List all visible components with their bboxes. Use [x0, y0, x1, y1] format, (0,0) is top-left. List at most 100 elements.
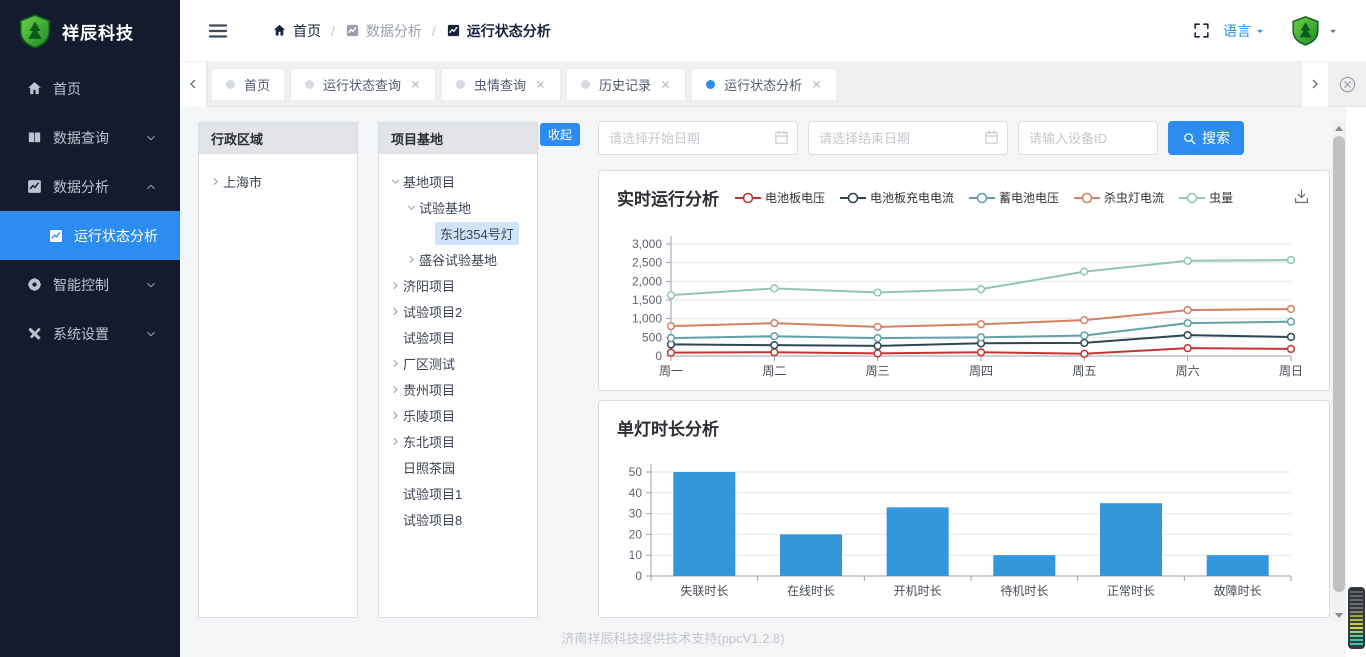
chevron-down-icon — [144, 131, 158, 145]
svg-text:正常时长: 正常时长 — [1107, 584, 1155, 598]
tab-close-icon[interactable] — [535, 79, 546, 90]
sidebar-item-系统设置[interactable]: 系统设置 — [0, 309, 180, 358]
breadcrumb: 首页/数据分析/运行状态分析 — [272, 21, 551, 41]
tree-node-label: 贵州项目 — [403, 380, 455, 399]
breadcrumb-item-数据分析[interactable]: 数据分析 — [345, 21, 422, 41]
tabs-scroll-right-button[interactable] — [1301, 62, 1328, 107]
sidebar-item-智能控制[interactable]: 智能控制 — [0, 260, 180, 309]
home-icon — [26, 80, 43, 97]
menu-toggle-icon[interactable] — [206, 19, 230, 43]
tabs-close-all-icon[interactable] — [1328, 75, 1366, 94]
scrollbar-thumb[interactable] — [1333, 136, 1345, 592]
search-icon — [1182, 131, 1197, 146]
sidebar-subitem-label: 运行状态分析 — [74, 226, 158, 246]
svg-text:失联时长: 失联时长 — [680, 583, 728, 598]
breadcrumb-label: 数据分析 — [366, 21, 422, 41]
language-dropdown[interactable]: 语言 — [1223, 21, 1267, 41]
tabbar: 首页运行状态查询虫情查询 历史记录 运行状态分析 — [180, 62, 1366, 107]
svg-text:周二: 周二 — [762, 364, 786, 378]
user-menu[interactable] — [1289, 14, 1340, 47]
tree-node-上海市[interactable]: 上海市 — [199, 168, 357, 194]
chevron-right-icon[interactable] — [207, 175, 223, 188]
settings-icon — [26, 325, 43, 342]
sidebar: 祥辰科技 首页数据查询数据分析运行状态分析智能控制系统设置 — [0, 0, 180, 657]
sidebar-subitem-运行状态分析[interactable]: 运行状态分析 — [0, 211, 180, 260]
tab-close-icon[interactable] — [660, 79, 671, 90]
chevron-down-icon[interactable] — [387, 175, 403, 188]
side-widget[interactable] — [1348, 587, 1365, 649]
chevron-right-icon[interactable] — [387, 409, 403, 422]
sidebar-item-数据查询[interactable]: 数据查询 — [0, 113, 180, 162]
tree-node-试验项目8[interactable]: 试验项目8 — [379, 506, 537, 532]
tree-node-贵州项目[interactable]: 贵州项目 — [379, 376, 537, 402]
tree-node-厂区测试[interactable]: 厂区测试 — [379, 350, 537, 376]
tab-status-dot — [581, 80, 590, 89]
tab-close-icon[interactable] — [811, 79, 822, 90]
end-date-input[interactable] — [808, 121, 1008, 155]
breadcrumb-item-首页[interactable]: 首页 — [272, 21, 321, 41]
tree-node-乐陵项目[interactable]: 乐陵项目 — [379, 402, 537, 428]
chevron-right-icon[interactable] — [387, 435, 403, 448]
tree-node-label: 济阳项目 — [403, 276, 455, 295]
legend-label: 电池板电压 — [765, 189, 825, 206]
sidebar-item-label: 智能控制 — [53, 275, 109, 295]
tab-历史记录[interactable]: 历史记录 — [566, 68, 686, 101]
sidebar-item-首页[interactable]: 首页 — [0, 64, 180, 113]
tab-虫情查询[interactable]: 虫情查询 — [441, 68, 561, 101]
chevron-down-icon[interactable] — [403, 201, 419, 214]
tree-node-label: 东北354号灯 — [435, 222, 519, 245]
chevron-right-icon[interactable] — [387, 383, 403, 396]
tree-node-日照茶园[interactable]: 日照茶园 — [379, 454, 537, 480]
search-button[interactable]: 搜索 — [1168, 121, 1244, 155]
chevron-right-icon[interactable] — [387, 305, 403, 318]
legend-item-电池板充电电流[interactable]: 电池板充电电流 — [840, 189, 954, 206]
chart-legend: 电池板电压电池板充电电流蓄电池电压杀虫灯电流 虫量 — [735, 189, 1233, 206]
tabs-scroll-left-button[interactable] — [180, 62, 207, 107]
tree-node-label: 乐陵项目 — [403, 406, 455, 425]
breadcrumb-label: 首页 — [293, 21, 321, 41]
tree-node-试验项目1[interactable]: 试验项目1 — [379, 480, 537, 506]
tree-node-试验项目[interactable]: 试验项目 — [379, 324, 537, 350]
brand[interactable]: 祥辰科技 — [0, 0, 180, 62]
calendar-icon — [773, 129, 790, 146]
chevron-right-icon[interactable] — [387, 357, 403, 370]
device-id-input[interactable] — [1018, 121, 1158, 155]
tab-label: 历史记录 — [599, 75, 651, 94]
chevron-right-icon[interactable] — [387, 279, 403, 292]
tree-node-基地项目[interactable]: 基地项目 — [379, 168, 537, 194]
tab-运行状态查询[interactable]: 运行状态查询 — [290, 68, 436, 101]
book-icon — [26, 129, 43, 146]
caret-down-icon — [1253, 24, 1267, 38]
download-icon[interactable] — [1292, 187, 1311, 206]
scroll-up-arrow[interactable] — [1332, 121, 1346, 135]
sidebar-item-label: 数据分析 — [53, 177, 109, 197]
start-date-input[interactable] — [598, 121, 798, 155]
tree-node-label: 日照茶园 — [403, 458, 455, 477]
tab-首页[interactable]: 首页 — [211, 68, 285, 101]
chevron-right-icon[interactable] — [403, 253, 419, 266]
tree-node-济阳项目[interactable]: 济阳项目 — [379, 272, 537, 298]
legend-item-电池板电压[interactable]: 电池板电压 — [735, 189, 825, 206]
chart-icon — [345, 23, 360, 38]
legend-item-杀虫灯电流[interactable]: 杀虫灯电流 — [1074, 189, 1164, 206]
legend-item-虫量[interactable]: 虫量 — [1179, 189, 1233, 206]
language-label: 语言 — [1223, 21, 1251, 41]
tab-运行状态分析[interactable]: 运行状态分析 — [691, 68, 837, 101]
scroll-down-arrow[interactable] — [1332, 608, 1346, 622]
tree-node-试验项目2[interactable]: 试验项目2 — [379, 298, 537, 324]
tree-node-试验基地[interactable]: 试验基地 — [379, 194, 537, 220]
svg-text:10: 10 — [629, 548, 643, 562]
brand-name: 祥辰科技 — [62, 19, 134, 44]
fullscreen-icon[interactable] — [1192, 21, 1211, 40]
tree-node-东北项目[interactable]: 东北项目 — [379, 428, 537, 454]
legend-label: 虫量 — [1209, 189, 1233, 206]
tab-close-icon[interactable] — [410, 79, 421, 90]
svg-text:500: 500 — [642, 330, 662, 344]
collapse-button[interactable]: 收起 — [540, 123, 580, 146]
tree-node-东北354号灯[interactable]: 东北354号灯 — [379, 220, 537, 246]
breadcrumb-item-运行状态分析[interactable]: 运行状态分析 — [446, 21, 551, 41]
calendar-icon — [983, 129, 1000, 146]
legend-item-蓄电池电压[interactable]: 蓄电池电压 — [969, 189, 1059, 206]
tree-node-盛谷试验基地[interactable]: 盛谷试验基地 — [379, 246, 537, 272]
sidebar-item-数据分析[interactable]: 数据分析 — [0, 162, 180, 211]
